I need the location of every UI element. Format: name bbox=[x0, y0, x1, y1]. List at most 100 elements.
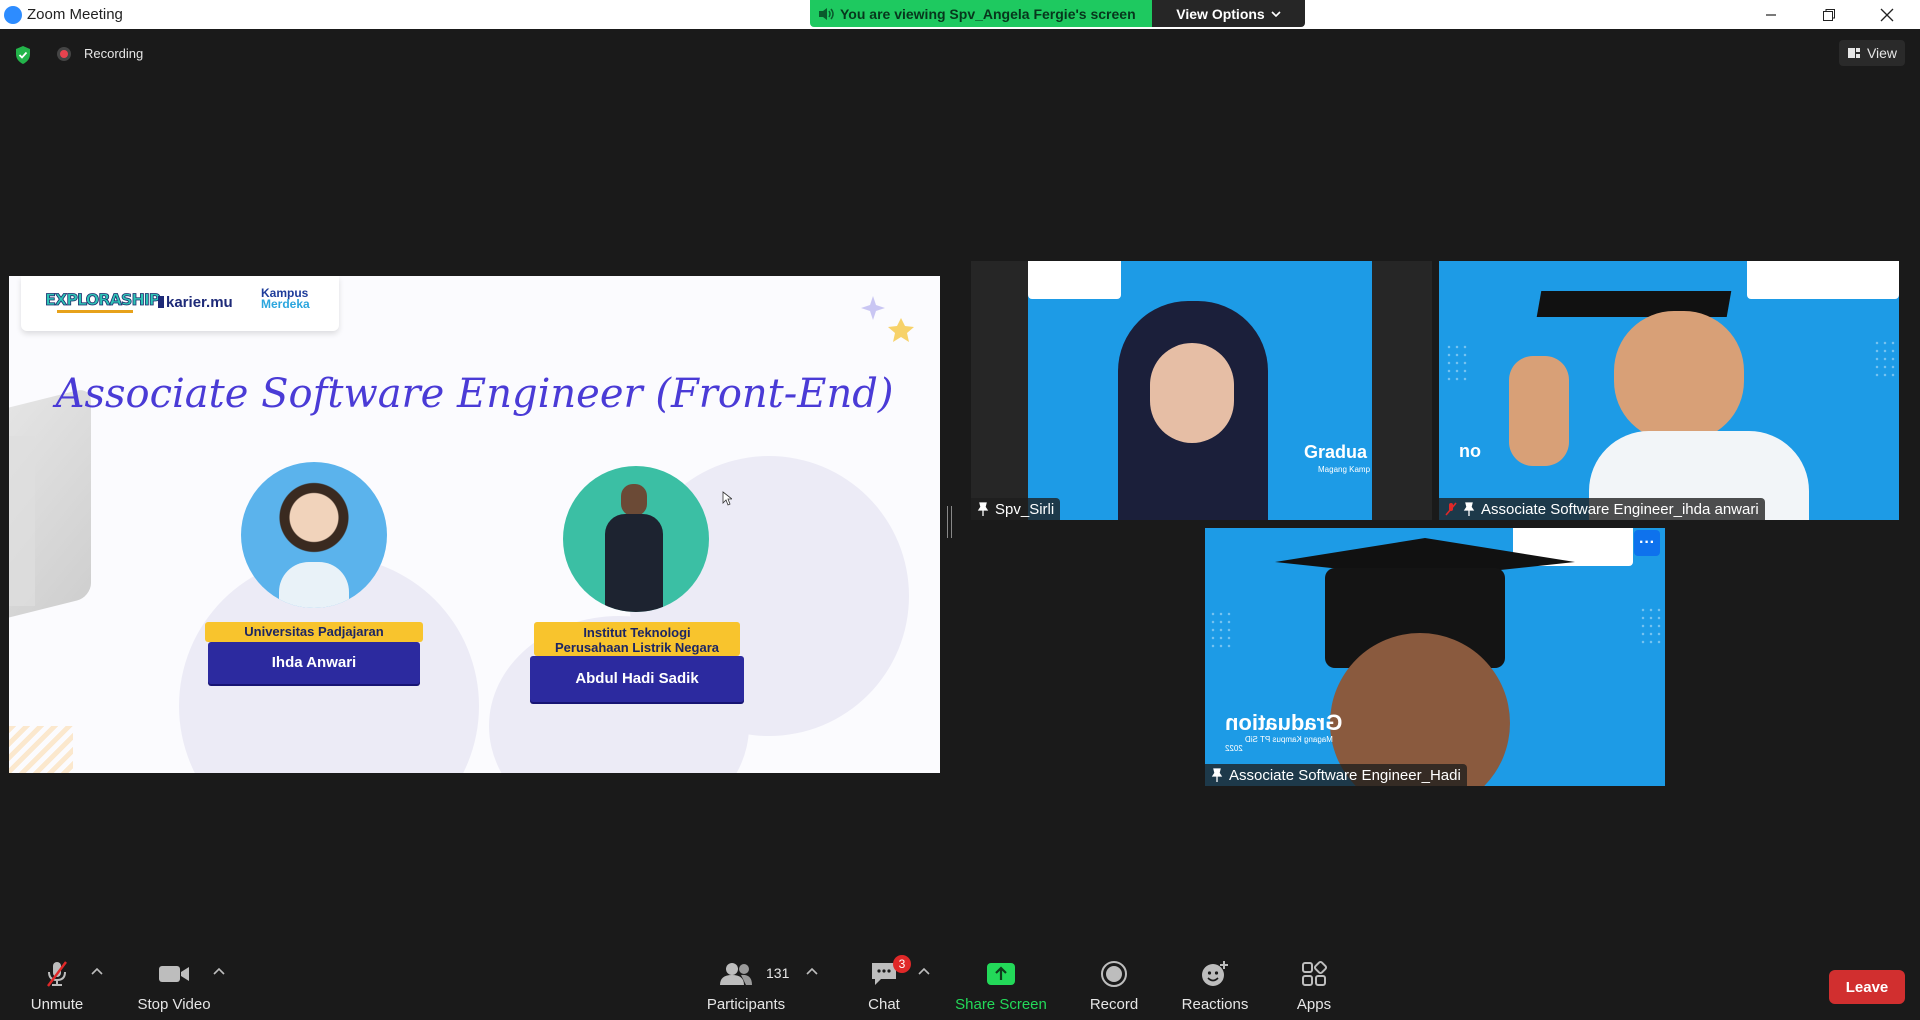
photo-head bbox=[621, 484, 647, 516]
share-screen-icon bbox=[986, 958, 1016, 990]
reactions-button[interactable]: Reactions bbox=[1177, 958, 1253, 1018]
unmute-label: Unmute bbox=[30, 996, 84, 1013]
participants-icon bbox=[719, 958, 753, 990]
partner-logos: EXPLORASHIP karier.mu Kampus Merdeka bbox=[21, 276, 339, 331]
kampus-merdeka-line2: Merdeka bbox=[261, 297, 310, 311]
photo-body bbox=[605, 514, 663, 612]
chat-options-caret-icon[interactable] bbox=[918, 967, 930, 975]
view-options-button[interactable]: View Options bbox=[1152, 0, 1305, 27]
share-screen-label: Share Screen bbox=[955, 996, 1047, 1013]
chat-button[interactable]: 3 Chat bbox=[858, 955, 911, 1018]
split-divider-handle[interactable] bbox=[947, 506, 952, 538]
university-label: Universitas Padjajaran bbox=[205, 622, 423, 642]
video-watermark: Graduation bbox=[1225, 710, 1343, 735]
abdul-hadi-sadik-photo bbox=[563, 466, 709, 612]
person-name-label: Ihda Anwari bbox=[208, 642, 420, 684]
tile-name-caption: Associate Software Engineer_ihda anwari bbox=[1439, 498, 1765, 520]
participant-name: Associate Software Engineer_ihda anwari bbox=[1481, 500, 1759, 518]
participants-count: 131 bbox=[766, 965, 790, 981]
university-label-line1: Institut Teknologi bbox=[583, 625, 691, 640]
stop-video-button[interactable]: Stop Video bbox=[130, 958, 218, 1018]
record-label: Record bbox=[1089, 996, 1139, 1013]
audio-options-caret-icon[interactable] bbox=[91, 967, 103, 975]
chat-label: Chat bbox=[868, 996, 900, 1013]
dot-grid-decoration bbox=[1209, 610, 1233, 650]
pin-icon bbox=[977, 502, 989, 516]
tile-name-caption: Associate Software Engineer_Hadi bbox=[1205, 764, 1467, 786]
video-watermark-sub: Magang Kamp bbox=[1318, 465, 1371, 474]
person-hand bbox=[1509, 356, 1569, 466]
apps-icon bbox=[1300, 958, 1328, 990]
ihda-anwari-photo bbox=[241, 462, 387, 608]
restore-button[interactable] bbox=[1801, 0, 1857, 29]
exploraship-logo: EXPLORASHIP bbox=[45, 290, 161, 310]
participant-name: Spv_Sirli bbox=[995, 500, 1055, 518]
dot-grid-decoration bbox=[1873, 339, 1897, 379]
participants-options-caret-icon[interactable] bbox=[806, 967, 818, 975]
reactions-label: Reactions bbox=[1181, 996, 1249, 1013]
kariermu-logo: karier.mu bbox=[166, 294, 233, 311]
video-watermark-sub: Magang Kampus PT SiD bbox=[1245, 735, 1333, 744]
video-camera-icon bbox=[158, 958, 190, 990]
close-icon bbox=[1880, 8, 1894, 21]
kariermu-mark-icon bbox=[158, 296, 164, 308]
person-face bbox=[1614, 311, 1744, 441]
dot-grid-decoration bbox=[1445, 343, 1469, 383]
minimize-button[interactable] bbox=[1743, 0, 1799, 29]
pin-icon bbox=[1211, 768, 1223, 782]
unmute-button[interactable]: Unmute bbox=[22, 958, 92, 1018]
pin-icon bbox=[1463, 502, 1475, 516]
title-bar: Zoom Meeting You are viewing Spv_Angela … bbox=[0, 0, 1920, 29]
chat-unread-badge: 3 bbox=[893, 955, 911, 973]
video-tile-ihda-anwari[interactable]: no Associate Software Engineer_ihda anwa… bbox=[1439, 261, 1899, 520]
shared-screen[interactable]: EXPLORASHIP karier.mu Kampus Merdeka Ass… bbox=[9, 276, 940, 773]
minimize-icon bbox=[1766, 13, 1776, 16]
slide-title: Associate Software Engineer (Front-End) bbox=[55, 371, 894, 417]
video-watermark-year: 2022 bbox=[1225, 744, 1243, 753]
chat-bubble-icon: 3 bbox=[869, 955, 911, 990]
exploraship-underline bbox=[57, 310, 133, 313]
video-feed: Gradua Magang Kamp bbox=[1028, 261, 1372, 520]
decorative-stripes bbox=[9, 726, 73, 773]
record-button[interactable]: Record bbox=[1085, 958, 1143, 1018]
person-face bbox=[1150, 343, 1234, 443]
kampus-merdeka-logo: Kampus Merdeka bbox=[261, 287, 310, 311]
recording-indicator-icon[interactable] bbox=[57, 47, 71, 61]
more-options-button[interactable]: ··· bbox=[1634, 530, 1660, 556]
participant-name: Associate Software Engineer_Hadi bbox=[1229, 766, 1461, 784]
muted-microphone-icon bbox=[1445, 502, 1457, 516]
video-tile-hadi[interactable]: ··· Graduation Magang Kampus PT SiD 2022… bbox=[1205, 528, 1665, 786]
video-logo-strip bbox=[1028, 261, 1121, 299]
apps-button[interactable]: Apps bbox=[1292, 958, 1336, 1018]
chevron-down-icon bbox=[1271, 10, 1281, 17]
muted-microphone-icon bbox=[42, 958, 72, 990]
recording-label: Recording bbox=[84, 46, 144, 61]
view-label: View bbox=[1866, 45, 1898, 61]
window-title: Zoom Meeting bbox=[27, 6, 123, 23]
university-label: Institut Teknologi Perusahaan Listrik Ne… bbox=[534, 622, 740, 656]
person-name-label: Abdul Hadi Sadik bbox=[530, 656, 744, 702]
video-options-caret-icon[interactable] bbox=[213, 967, 225, 975]
participants-label: Participants bbox=[706, 996, 786, 1013]
photo-shirt bbox=[279, 562, 349, 608]
tile-name-caption: Spv_Sirli bbox=[971, 498, 1061, 520]
speaker-icon bbox=[819, 7, 834, 20]
video-tile-spv-sirli[interactable]: Gradua Magang Kamp Spv_Sirli bbox=[971, 261, 1432, 520]
share-screen-button[interactable]: Share Screen bbox=[954, 958, 1048, 1018]
zoom-logo-icon bbox=[4, 6, 22, 24]
video-watermark: no bbox=[1459, 441, 1481, 461]
viewing-screen-banner: You are viewing Spv_Angela Fergie's scre… bbox=[810, 0, 1152, 27]
university-label-line2: Perusahaan Listrik Negara bbox=[554, 640, 720, 655]
close-button[interactable] bbox=[1859, 0, 1915, 29]
mouse-cursor-icon bbox=[722, 491, 732, 506]
dot-grid-decoration bbox=[1639, 606, 1663, 646]
leave-button[interactable]: Leave bbox=[1829, 970, 1905, 1004]
view-options-label: View Options bbox=[1176, 5, 1265, 22]
security-shield-icon[interactable] bbox=[14, 45, 32, 65]
view-layout-icon bbox=[1847, 48, 1860, 58]
sparkle-star-icon bbox=[861, 296, 914, 342]
viewing-screen-text: You are viewing Spv_Angela Fergie's scre… bbox=[840, 5, 1136, 22]
view-button[interactable]: View bbox=[1839, 40, 1905, 66]
apps-label: Apps bbox=[1296, 996, 1332, 1013]
video-logo-strip bbox=[1747, 261, 1899, 299]
